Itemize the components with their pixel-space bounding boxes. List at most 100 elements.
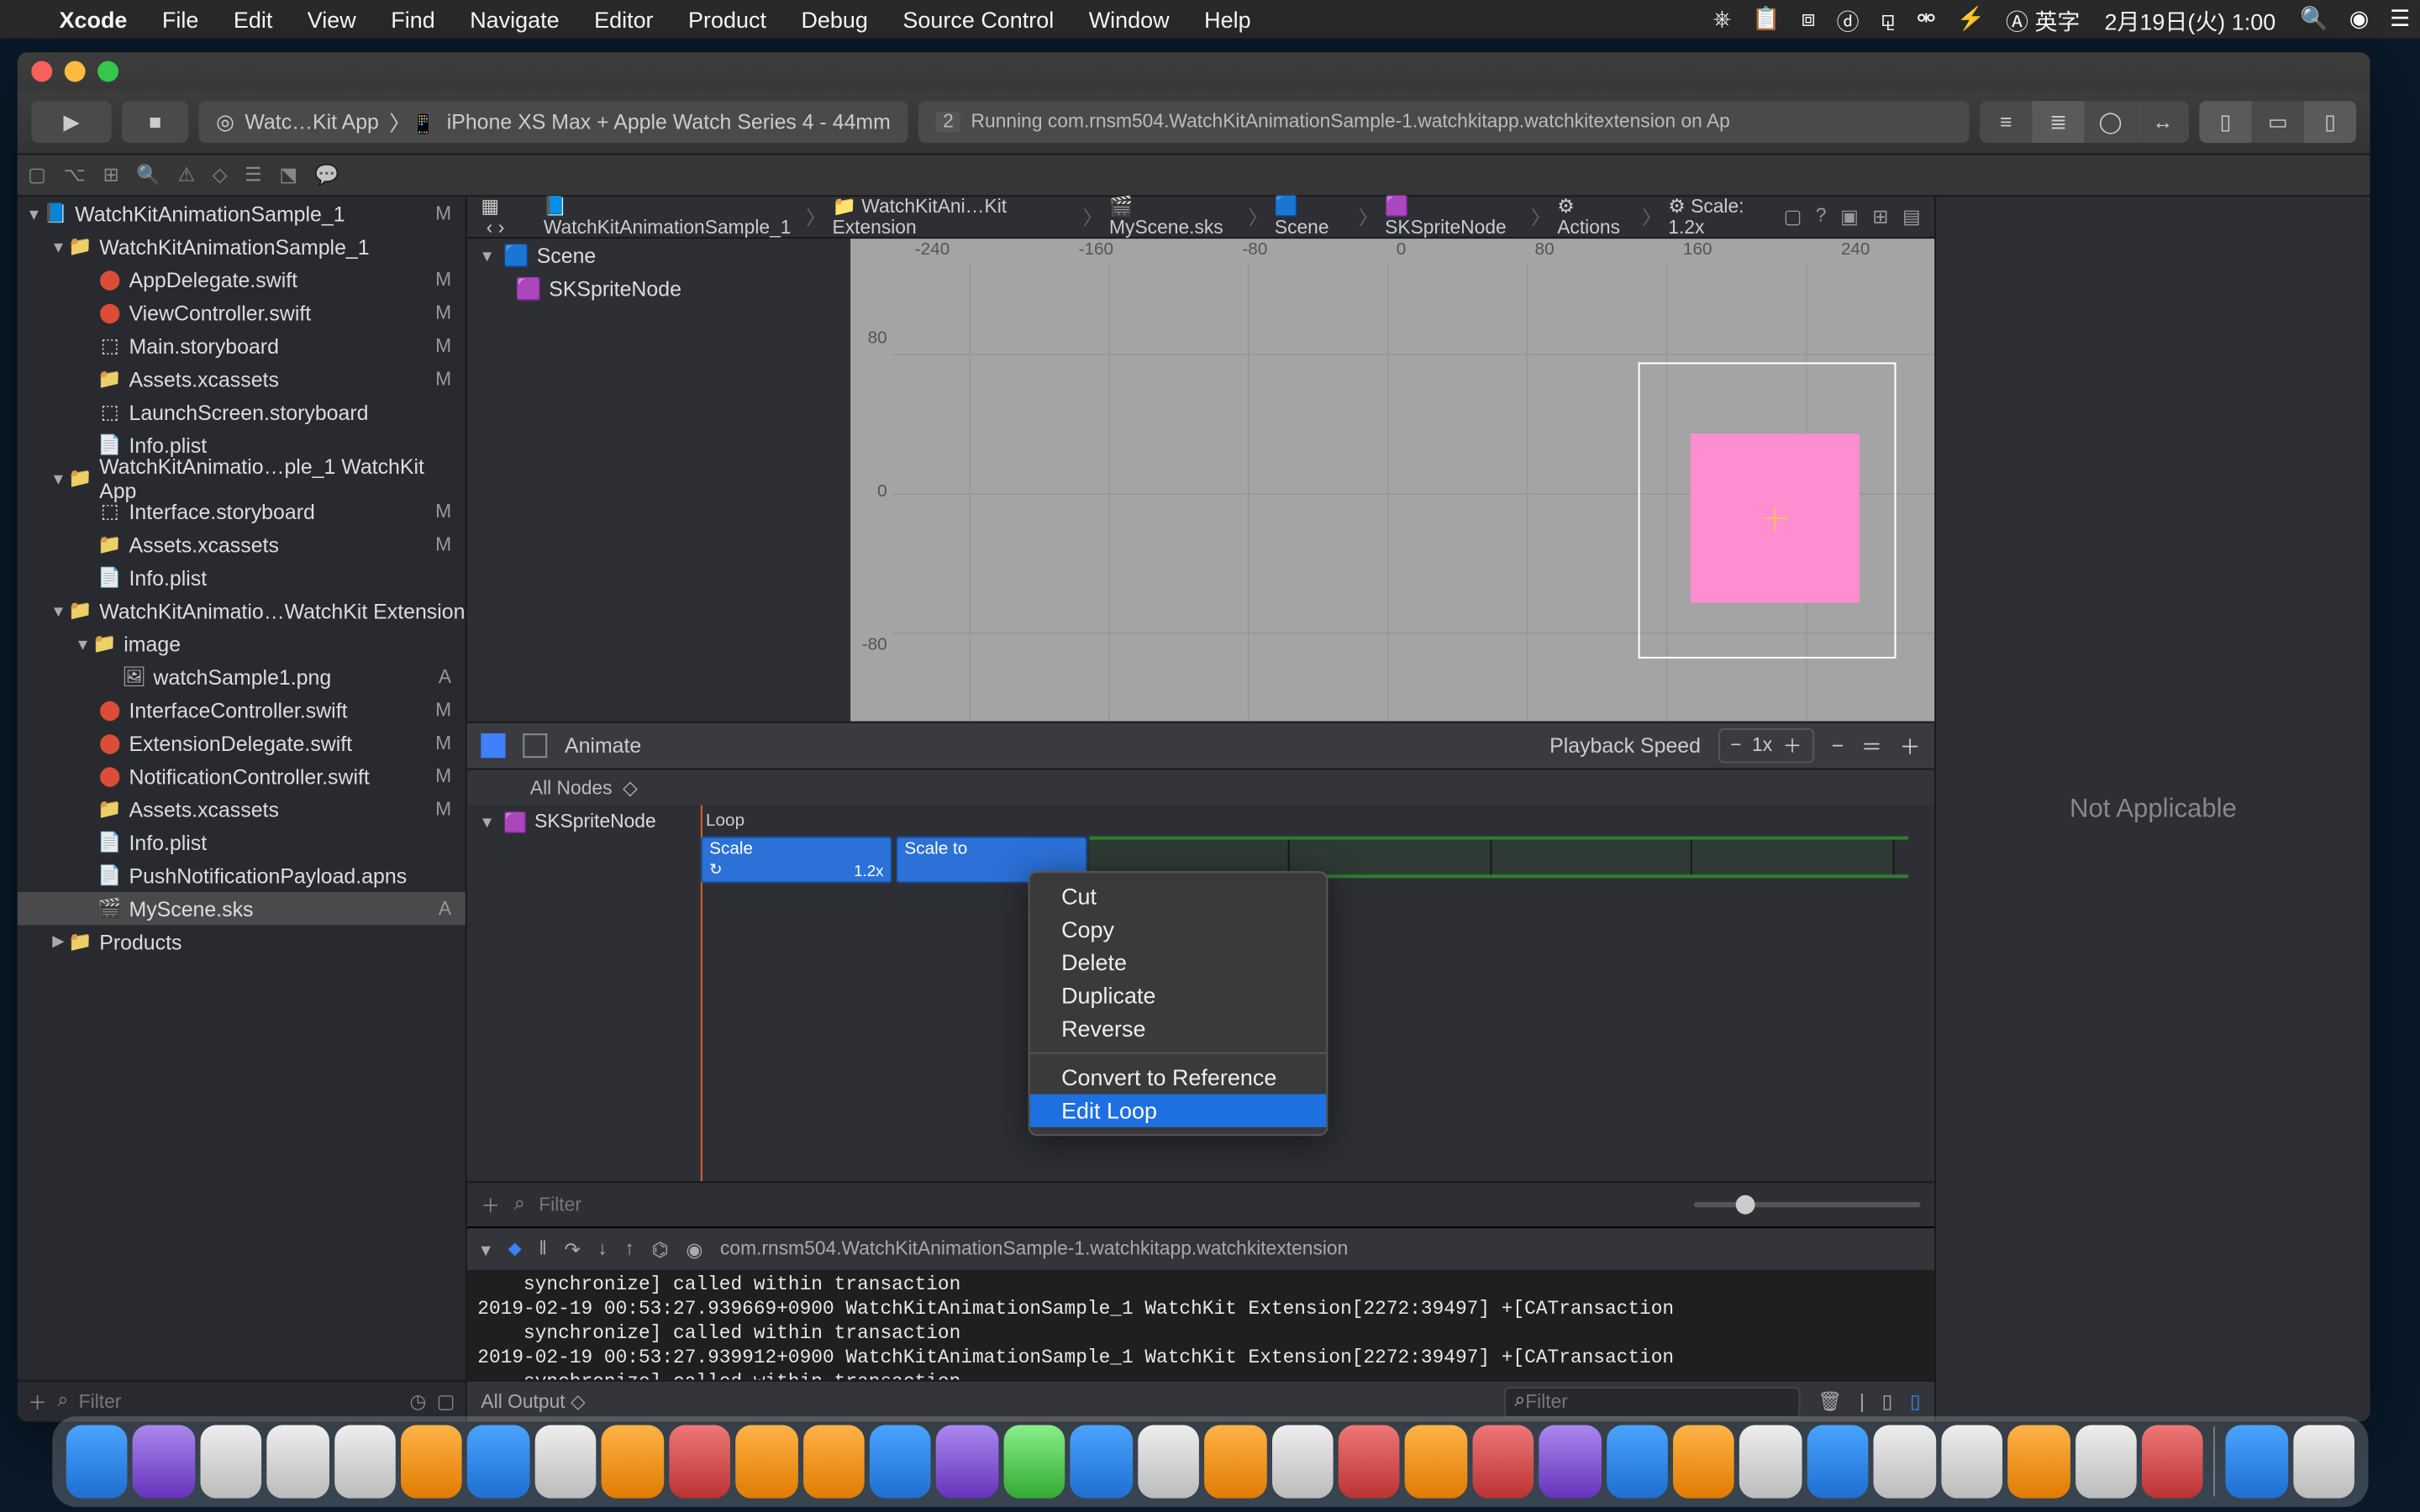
- pause-icon[interactable]: ‖: [539, 1239, 546, 1260]
- crumb-folder[interactable]: 📁 WatchKitAni…Kit Extension: [832, 195, 1076, 239]
- tree-interfacecontroller[interactable]: ⬤InterfaceController.swiftM: [18, 693, 466, 726]
- dock-maps[interactable]: [870, 1425, 931, 1499]
- dock-app1[interactable]: [1271, 1425, 1333, 1499]
- stop-button[interactable]: ■: [122, 101, 188, 143]
- zoom-button[interactable]: [97, 61, 118, 82]
- dock-notes[interactable]: [735, 1425, 797, 1499]
- symbol-nav-icon[interactable]: ⊞: [103, 164, 119, 186]
- source-control-nav-icon[interactable]: ⌥: [64, 164, 86, 186]
- layout-mode-1[interactable]: [481, 733, 505, 758]
- menu-find[interactable]: Find: [374, 6, 453, 32]
- dock-chrome[interactable]: [334, 1425, 395, 1499]
- dock-trash[interactable]: [2293, 1425, 2354, 1499]
- tree-group1[interactable]: ▼📁WatchKitAnimationSample_1: [18, 230, 466, 263]
- dock-app5[interactable]: [1941, 1425, 2002, 1499]
- tree-assets1[interactable]: 📁Assets.xcassetsM: [18, 362, 466, 395]
- dock-preferences[interactable]: [1740, 1425, 1802, 1499]
- dock-cal2[interactable]: [669, 1425, 730, 1499]
- crumb-actions[interactable]: ⚙ Actions: [1557, 195, 1635, 239]
- menu-file[interactable]: File: [145, 6, 216, 32]
- menu-view[interactable]: View: [290, 6, 373, 32]
- zoom-out-button[interactable]: −: [1832, 733, 1844, 758]
- bluetooth-icon[interactable]: ⚼: [1870, 5, 1907, 33]
- battery-icon[interactable]: ⚡: [1946, 5, 1995, 33]
- sync-icon[interactable]: ⓓ: [1826, 3, 1870, 35]
- dropbox-icon[interactable]: ⧈: [1791, 5, 1826, 33]
- dock-photos[interactable]: [937, 1425, 998, 1499]
- tree-png[interactable]: 🖼watchSample1.pngA: [18, 660, 466, 693]
- menu-app[interactable]: Xcode: [42, 6, 145, 32]
- dock-itunes[interactable]: [1472, 1425, 1534, 1499]
- ctx-edit-loop[interactable]: Edit Loop: [1030, 1094, 1327, 1126]
- dock-podcast[interactable]: [1539, 1425, 1601, 1499]
- breakpoint-nav-icon[interactable]: ⬔: [279, 164, 297, 186]
- nav-buttons[interactable]: ▦ ‹ ›: [481, 195, 523, 239]
- bounds-icon[interactable]: ▣: [1840, 206, 1859, 228]
- dock-safari[interactable]: [267, 1425, 329, 1499]
- add-action-button[interactable]: ＋: [481, 1191, 500, 1219]
- toggle-inspector-button[interactable]: ▯: [2304, 101, 2356, 143]
- assistant-editor-button[interactable]: ≣: [2032, 101, 2084, 143]
- variables-toggle[interactable]: ▯: [1882, 1390, 1893, 1413]
- dock-app6[interactable]: [2008, 1425, 2070, 1499]
- zoom-reset-button[interactable]: ＝: [1861, 731, 1882, 760]
- tree-image-folder[interactable]: ▼📁image: [18, 627, 466, 660]
- test-nav-icon[interactable]: ◇: [213, 164, 228, 186]
- console-toggle[interactable]: ▯: [1910, 1390, 1921, 1413]
- scene-canvas[interactable]: -240-160-80080160240 800-80: [850, 239, 1934, 721]
- menu-help[interactable]: Help: [1186, 6, 1268, 32]
- clock[interactable]: 2月19日(火) 1:00: [2091, 3, 2290, 35]
- hierarchy-icon[interactable]: ⌬: [652, 1238, 669, 1261]
- breakpoints-icon[interactable]: ⬥: [508, 1238, 522, 1261]
- tree-appdelegate[interactable]: ⬤AppDelegate.swiftM: [18, 263, 466, 296]
- dock-app3[interactable]: [1405, 1425, 1466, 1499]
- crumb-project[interactable]: 📘 WatchKitAnimationSample_1: [544, 195, 799, 239]
- tree-group2[interactable]: ▼📁WatchKitAnimatio…ple_1 WatchKit App: [18, 462, 466, 495]
- dock-music[interactable]: [1673, 1425, 1734, 1499]
- tree-interface-storyboard[interactable]: ⬚Interface.storyboardM: [18, 495, 466, 528]
- hide-debug-icon[interactable]: ▾: [481, 1238, 490, 1261]
- tree-main-storyboard[interactable]: ⬚Main.storyboardM: [18, 329, 466, 362]
- dock-terminal[interactable]: [1138, 1425, 1199, 1499]
- clipboard-icon[interactable]: 📋: [1742, 5, 1791, 33]
- navigator-filter-input[interactable]: [79, 1391, 399, 1412]
- tree-assets3[interactable]: 📁Assets.xcassetsM: [18, 793, 466, 826]
- menu-window[interactable]: Window: [1071, 6, 1186, 32]
- crumb-scale[interactable]: ⚙ Scale: 1.2x: [1668, 195, 1776, 239]
- tree-apns[interactable]: 📄PushNotificationPayload.apns: [18, 858, 466, 891]
- notification-center-icon[interactable]: ☰: [2380, 5, 2420, 33]
- step-in-icon[interactable]: ↓: [597, 1239, 607, 1260]
- scheme-selector[interactable]: ◎ Watc…Kit App 〉📱 iPhone XS Max + Apple …: [198, 101, 908, 143]
- doc-icon[interactable]: ▢: [1784, 206, 1802, 228]
- toggle-navigator-button[interactable]: ▯: [2199, 101, 2251, 143]
- input-source[interactable]: Ⓐ 英字: [1996, 3, 2091, 35]
- version-editor-button[interactable]: ◯: [2085, 101, 2137, 143]
- action-scale[interactable]: Scale ↻ 1.2x: [701, 837, 892, 884]
- toggle-debug-button[interactable]: ▭: [2252, 101, 2304, 143]
- dock-app8[interactable]: [2142, 1425, 2203, 1499]
- console-filter-input[interactable]: [1525, 1391, 1790, 1412]
- menu-debug[interactable]: Debug: [784, 6, 886, 32]
- ctx-copy[interactable]: Copy: [1030, 913, 1327, 946]
- tree-notificationcontroller[interactable]: ⬤NotificationController.swiftM: [18, 759, 466, 792]
- step-over-icon[interactable]: ↷: [565, 1238, 581, 1261]
- console-output[interactable]: synchronize] called within transaction 2…: [467, 1270, 1934, 1380]
- tree-products[interactable]: ▶📁Products: [18, 925, 466, 958]
- speed-stepper[interactable]: − 1x ＋: [1718, 728, 1814, 763]
- timeline-nodes-selector[interactable]: All Nodes ◇: [467, 776, 701, 799]
- scm-filter-icon[interactable]: ▢: [437, 1390, 455, 1413]
- timeline-row-sprite[interactable]: ▼🟪 SKSpriteNode: [467, 805, 701, 839]
- crumb-scene[interactable]: 🟦 Scene: [1275, 195, 1352, 239]
- dock-contacts[interactable]: [534, 1425, 596, 1499]
- add-icon[interactable]: ＋: [28, 1388, 47, 1415]
- ctx-cut[interactable]: Cut: [1030, 879, 1327, 912]
- timeline-filter-input[interactable]: [539, 1194, 748, 1215]
- outline-scene[interactable]: ▼🟦 Scene: [467, 239, 850, 271]
- tree-info2[interactable]: 📄Info.plist: [18, 561, 466, 594]
- wifi-icon[interactable]: ⚮: [1907, 5, 1947, 33]
- docker-icon[interactable]: ⎈: [1702, 5, 1741, 33]
- dock-facetime[interactable]: [1071, 1425, 1132, 1499]
- dock-mail[interactable]: [468, 1425, 529, 1499]
- report-nav-icon[interactable]: 💬: [315, 164, 339, 186]
- tree-launchscreen[interactable]: ⬚LaunchScreen.storyboard: [18, 396, 466, 428]
